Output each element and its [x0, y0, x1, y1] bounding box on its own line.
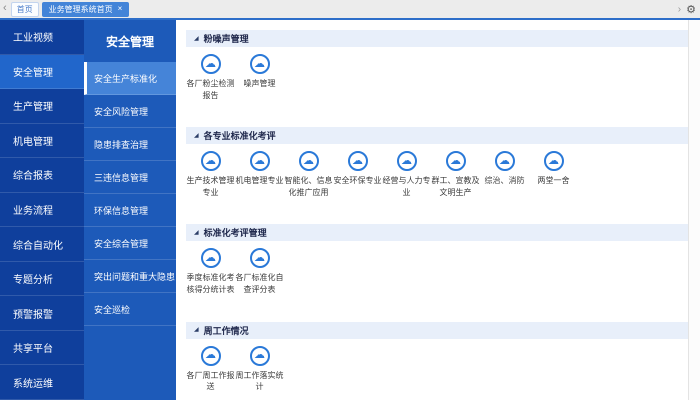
app-shortcut-weekly-work-statistics[interactable]: ☁ 周工作落实统计: [235, 345, 284, 393]
section-specialty-standardization-evaluation: ◢ 各专业标准化考评 ☁ 生产技术管理专业 ☁ 机电管理专业 ☁ 智能化、信息化…: [186, 127, 688, 198]
app-shortcut-noise-management[interactable]: ☁ 噪声管理: [235, 54, 284, 101]
app-label: 综治、消防: [484, 176, 525, 186]
app-label: 群工、宣教及文明生产: [431, 176, 480, 197]
section-weekly-work-status: ◢ 周工作情况 ☁ 各厂周工作报送 ☁ 周工作落实统计: [186, 321, 688, 393]
tab-active[interactable]: 业务管理系统首页 ×: [41, 1, 130, 17]
app-label: 噪声管理: [243, 79, 276, 88]
submenu-item-safety-inspection[interactable]: 安全巡检: [84, 293, 176, 326]
main-content: ◢ 粉噪声管理 ☁ 各厂粉尘检测报告 ☁ 噪声管理 ◢ 各专业标准化考评 ☁ 生…: [176, 20, 688, 400]
app-label: 智能化、信息化推广应用: [284, 176, 333, 197]
sidebar-item-shared-platform[interactable]: 共享平台: [0, 331, 84, 366]
cloud-app-icon: ☁: [249, 248, 270, 269]
app-shortcut-operations-hr-specialty[interactable]: ☁ 经营与人力专业: [382, 151, 431, 198]
app-window: ‹ 首页 业务管理系统首页 × › ⚙ 工业视频 安全管理 生产管理 机电管理 …: [0, 0, 700, 400]
section-title: 粉噪声管理: [203, 34, 249, 44]
submenu-item-environmental-info[interactable]: 环保信息管理: [84, 194, 176, 227]
section-title: 各专业标准化考评: [203, 131, 276, 142]
tab-bar: ‹ 首页 业务管理系统首页 × › ⚙: [0, 0, 700, 20]
app-label: 各厂标准化自查评分表: [235, 273, 284, 294]
cloud-app-icon: ☁: [445, 151, 466, 172]
section-collapse-icon: ◢: [194, 327, 199, 334]
section-items: ☁ 生产技术管理专业 ☁ 机电管理专业 ☁ 智能化、信息化推广应用 ☁ 安全环保…: [186, 151, 688, 198]
app-label: 经营与人力专业: [382, 176, 431, 197]
tab-active-label: 业务管理系统首页: [48, 4, 113, 14]
sidebar-item-production-management[interactable]: 生产管理: [0, 89, 84, 124]
submenu-item-three-violations-info[interactable]: 三违信息管理: [84, 161, 176, 194]
cloud-app-icon: ☁: [396, 151, 417, 172]
app-shortcut-safety-environment-specialty[interactable]: ☁ 安全环保专业: [333, 151, 382, 198]
app-shortcut-self-inspection-score-sheet[interactable]: ☁ 各厂标准化自查评分表: [235, 248, 284, 295]
cloud-app-icon: ☁: [200, 248, 221, 269]
section-collapse-icon: ◢: [194, 229, 199, 236]
app-shortcut-weekly-work-submission[interactable]: ☁ 各厂周工作报送: [186, 345, 235, 393]
section-collapse-icon: ◢: [194, 132, 199, 139]
app-shortcut-dust-detection-report[interactable]: ☁ 各厂粉尘检测报告: [186, 54, 235, 101]
submenu-item-safety-risk-management[interactable]: 安全风险管理: [84, 95, 176, 128]
app-shortcut-governance-fire-protection[interactable]: ☁ 综治、消防: [480, 151, 529, 198]
submenu-item-hidden-danger-investigation[interactable]: 隐患排查治理: [84, 128, 176, 161]
primary-sidebar: 工业视频 安全管理 生产管理 机电管理 综合报表 业务流程 综合自动化 专题分析…: [0, 20, 84, 400]
cloud-app-icon: ☁: [543, 151, 564, 172]
app-shortcut-mechatronics-specialty[interactable]: ☁ 机电管理专业: [235, 151, 284, 198]
app-label: 各厂粉尘检测报告: [186, 79, 235, 100]
app-label: 各厂周工作报送: [186, 370, 235, 392]
app-label: 季度标准化考核得分统计表: [186, 273, 235, 294]
sidebar-item-safety-management[interactable]: 安全管理: [0, 54, 84, 90]
sidebar-item-topic-analysis[interactable]: 专题分析: [0, 262, 84, 297]
section-items: ☁ 季度标准化考核得分统计表 ☁ 各厂标准化自查评分表: [186, 248, 688, 295]
cloud-app-icon: ☁: [200, 151, 221, 172]
cloud-app-icon: ☁: [249, 54, 270, 74]
sidebar-item-system-operations[interactable]: 系统运维: [0, 365, 84, 400]
app-label: 机电管理专业: [235, 176, 284, 186]
sidebar-item-mechatronics-management[interactable]: 机电管理: [0, 124, 84, 159]
back-chevron-icon[interactable]: ‹: [3, 2, 7, 14]
expand-chevron-icon[interactable]: ›: [678, 4, 681, 15]
secondary-sidebar: 安全管理 安全生产标准化 安全风险管理 隐患排查治理 三违信息管理 环保信息管理…: [84, 20, 176, 400]
section-header[interactable]: ◢ 各专业标准化考评: [186, 127, 688, 145]
tabbar-right-controls: › ⚙: [678, 3, 700, 16]
sidebar-item-business-process[interactable]: 业务流程: [0, 193, 84, 228]
scrollbar[interactable]: [688, 20, 700, 400]
cloud-app-icon: ☁: [200, 54, 221, 74]
app-label: 生产技术管理专业: [186, 176, 235, 197]
tab-home[interactable]: 首页: [10, 1, 39, 17]
section-collapse-icon: ◢: [194, 35, 199, 42]
section-items: ☁ 各厂粉尘检测报告 ☁ 噪声管理: [186, 54, 688, 101]
app-label: 周工作落实统计: [235, 370, 284, 392]
cloud-app-icon: ☁: [249, 151, 270, 172]
close-icon[interactable]: ×: [118, 5, 123, 13]
sidebar-item-industrial-video[interactable]: 工业视频: [0, 20, 84, 55]
cloud-app-icon: ☁: [347, 151, 368, 172]
submenu-item-major-hidden-dangers[interactable]: 突出问题和重大隐患: [84, 260, 176, 293]
section-title: 标准化考评管理: [203, 228, 267, 239]
section-header[interactable]: ◢ 周工作情况: [186, 321, 688, 339]
section-standardization-evaluation-management: ◢ 标准化考评管理 ☁ 季度标准化考核得分统计表 ☁ 各厂标准化自查评分表: [186, 224, 688, 295]
secondary-sidebar-title: 安全管理: [105, 34, 154, 49]
section-header[interactable]: ◢ 标准化考评管理: [186, 224, 688, 242]
sidebar-item-early-warning[interactable]: 预警报警: [0, 296, 84, 331]
app-shortcut-two-halls-one-dorm[interactable]: ☁ 两堂一舍: [529, 151, 578, 198]
section-header[interactable]: ◢ 粉噪声管理: [186, 30, 688, 47]
cloud-app-icon: ☁: [494, 151, 515, 172]
app-shortcut-mass-work-civilized-production[interactable]: ☁ 群工、宣教及文明生产: [431, 151, 480, 198]
cloud-app-icon: ☁: [249, 345, 270, 366]
app-label: 安全环保专业: [333, 176, 382, 186]
cloud-app-icon: ☁: [298, 151, 319, 172]
app-shortcut-intelligence-informatization[interactable]: ☁ 智能化、信息化推广应用: [284, 151, 333, 198]
sidebar-item-integrated-automation[interactable]: 综合自动化: [0, 227, 84, 262]
cloud-app-icon: ☁: [200, 345, 221, 366]
app-shortcut-production-tech-management[interactable]: ☁ 生产技术管理专业: [186, 151, 235, 198]
app-label: 两堂一舍: [537, 176, 570, 186]
section-dust-noise-management: ◢ 粉噪声管理 ☁ 各厂粉尘检测报告 ☁ 噪声管理: [186, 30, 688, 101]
section-items: ☁ 各厂周工作报送 ☁ 周工作落实统计: [186, 345, 688, 393]
submenu-item-safety-comprehensive-management[interactable]: 安全综合管理: [84, 227, 176, 260]
sidebar-item-comprehensive-reports[interactable]: 综合报表: [0, 158, 84, 193]
app-shortcut-quarterly-score-statistics[interactable]: ☁ 季度标准化考核得分统计表: [186, 248, 235, 295]
section-title: 周工作情况: [203, 325, 249, 336]
submenu-item-safety-production-standardization[interactable]: 安全生产标准化: [84, 62, 176, 95]
gear-icon[interactable]: ⚙: [686, 3, 696, 16]
